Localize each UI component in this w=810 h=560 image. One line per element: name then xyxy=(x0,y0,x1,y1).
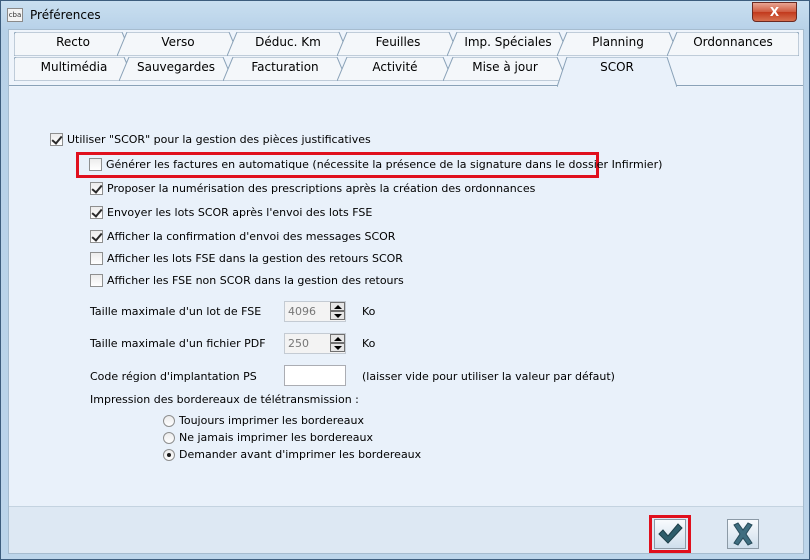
tab-label: Recto xyxy=(56,35,90,49)
region-code-input[interactable] xyxy=(284,365,346,386)
tab-label: Imp. Spéciales xyxy=(464,35,552,49)
print-always-radio[interactable] xyxy=(163,414,175,427)
send-scor-batches-label: Envoyer les lots SCOR après l'envoi des … xyxy=(107,206,373,219)
tab-label: Feuilles xyxy=(375,35,421,49)
tab-label: Activité xyxy=(372,60,418,74)
tab-label: Sauvegardes xyxy=(136,60,215,74)
show-non-scor-checkbox[interactable] xyxy=(90,274,103,287)
close-button[interactable]: X xyxy=(752,2,797,22)
tab-deduc-km[interactable]: Déduc. Km xyxy=(227,32,349,56)
show-fse-batches-checkbox[interactable] xyxy=(90,252,103,265)
scan-prescriptions-label: Proposer la numérisation des prescriptio… xyxy=(107,182,536,195)
print-section-header: Impression des bordereaux de télétransmi… xyxy=(90,393,359,406)
tab-label: Déduc. Km xyxy=(255,35,321,49)
tab-multimedia[interactable]: Multimédia xyxy=(14,57,134,81)
max-pdf-value: 250 xyxy=(288,337,309,350)
show-non-scor-checkbox-row[interactable]: Afficher les FSE non SCOR dans la gestio… xyxy=(90,274,404,287)
max-fse-unit: Ko xyxy=(362,305,376,318)
use-scor-checkbox-row[interactable]: Utiliser "SCOR" pour la gestion des pièc… xyxy=(50,133,371,146)
tab-recto[interactable]: Recto xyxy=(14,32,132,56)
region-code-label: Code région d'implantation PS xyxy=(90,370,257,383)
spin-up-icon[interactable] xyxy=(330,334,345,343)
preferences-window: cba Préférences X Recto Verso Déduc. Km … xyxy=(0,0,810,560)
max-pdf-stepper[interactable]: 250 xyxy=(284,333,346,354)
tab-label: Facturation xyxy=(251,60,319,74)
print-never-label: Ne jamais imprimer les bordereaux xyxy=(179,431,373,444)
use-scor-checkbox[interactable] xyxy=(50,133,63,146)
tab-label: Mise à jour xyxy=(472,60,538,74)
print-ask-radio-row[interactable]: Demander avant d'imprimer les bordereaux xyxy=(163,448,421,461)
tab-label: SCOR xyxy=(600,60,634,74)
tab-imp-speciales[interactable]: Imp. Spéciales xyxy=(447,32,569,56)
region-code-hint: (laisser vide pour utiliser la valeur pa… xyxy=(362,370,615,383)
ok-button[interactable] xyxy=(654,519,686,549)
max-fse-value: 4096 xyxy=(288,305,316,318)
tab-sauvegardes[interactable]: Sauvegardes xyxy=(119,57,233,81)
dialog-footer xyxy=(9,507,803,553)
tab-feuilles[interactable]: Feuilles xyxy=(337,32,459,56)
scor-panel: Utiliser "SCOR" pour la gestion des pièc… xyxy=(9,87,803,507)
max-pdf-spin-buttons xyxy=(329,334,345,353)
use-scor-label: Utiliser "SCOR" pour la gestion des pièc… xyxy=(67,133,371,146)
tab-planning[interactable]: Planning xyxy=(557,32,679,56)
close-icon: X xyxy=(769,5,780,19)
max-pdf-unit: Ko xyxy=(362,337,376,350)
app-icon: cba xyxy=(7,8,23,22)
tab-label: Multimédia xyxy=(40,60,108,74)
auto-invoice-checkbox[interactable] xyxy=(89,158,102,171)
tab-label: Verso xyxy=(161,35,195,49)
print-never-radio-row[interactable]: Ne jamais imprimer les bordereaux xyxy=(163,431,373,444)
tab-activite[interactable]: Activité xyxy=(337,57,453,81)
show-fse-batches-label: Afficher les lots FSE dans la gestion de… xyxy=(107,252,403,265)
spin-down-icon[interactable] xyxy=(330,311,345,320)
print-ask-label: Demander avant d'imprimer les bordereaux xyxy=(179,448,422,461)
tab-mise-a-jour[interactable]: Mise à jour xyxy=(443,57,567,81)
max-fse-label: Taille maximale d'un lot de FSE xyxy=(90,305,262,318)
show-fse-batches-checkbox-row[interactable]: Afficher les lots FSE dans la gestion de… xyxy=(90,252,403,265)
tab-label: Ordonnances xyxy=(693,35,773,49)
cross-icon xyxy=(733,522,753,546)
print-ask-radio[interactable] xyxy=(163,448,175,461)
show-confirmation-label: Afficher la confirmation d'envoi des mes… xyxy=(107,230,396,243)
auto-invoice-label: Générer les factures en automatique (néc… xyxy=(106,158,663,171)
send-scor-batches-checkbox-row[interactable]: Envoyer les lots SCOR après l'envoi des … xyxy=(90,206,372,219)
show-non-scor-label: Afficher les FSE non SCOR dans la gestio… xyxy=(107,274,404,287)
max-fse-spin-buttons xyxy=(329,302,345,321)
print-always-label: Toujours imprimer les bordereaux xyxy=(179,414,365,427)
spin-down-icon[interactable] xyxy=(330,343,345,352)
tabs-divider xyxy=(9,85,803,86)
cancel-button[interactable] xyxy=(727,519,759,549)
client-area: Recto Verso Déduc. Km Feuilles Imp. Spéc… xyxy=(8,29,804,554)
tab-facturation[interactable]: Facturation xyxy=(223,57,347,81)
spin-up-icon[interactable] xyxy=(330,302,345,311)
title-bar[interactable]: cba Préférences X xyxy=(1,1,809,29)
tab-scor[interactable]: SCOR xyxy=(557,57,677,87)
show-confirmation-checkbox-row[interactable]: Afficher la confirmation d'envoi des mes… xyxy=(90,230,395,243)
auto-invoice-checkbox-row[interactable]: Générer les factures en automatique (néc… xyxy=(89,158,662,171)
window-title: Préférences xyxy=(30,8,101,22)
show-confirmation-checkbox[interactable] xyxy=(90,230,103,243)
send-scor-batches-checkbox[interactable] xyxy=(90,206,103,219)
max-fse-stepper[interactable]: 4096 xyxy=(284,301,346,322)
tab-verso[interactable]: Verso xyxy=(117,32,239,56)
tab-label: Planning xyxy=(592,35,644,49)
print-always-radio-row[interactable]: Toujours imprimer les bordereaux xyxy=(163,414,364,427)
scan-prescriptions-checkbox[interactable] xyxy=(90,182,103,195)
tab-ordonnances[interactable]: Ordonnances xyxy=(667,32,799,56)
max-pdf-label: Taille maximale d'un fichier PDF xyxy=(90,337,266,350)
print-never-radio[interactable] xyxy=(163,431,175,444)
checkmark-icon xyxy=(658,523,683,544)
scan-prescriptions-checkbox-row[interactable]: Proposer la numérisation des prescriptio… xyxy=(90,182,535,195)
